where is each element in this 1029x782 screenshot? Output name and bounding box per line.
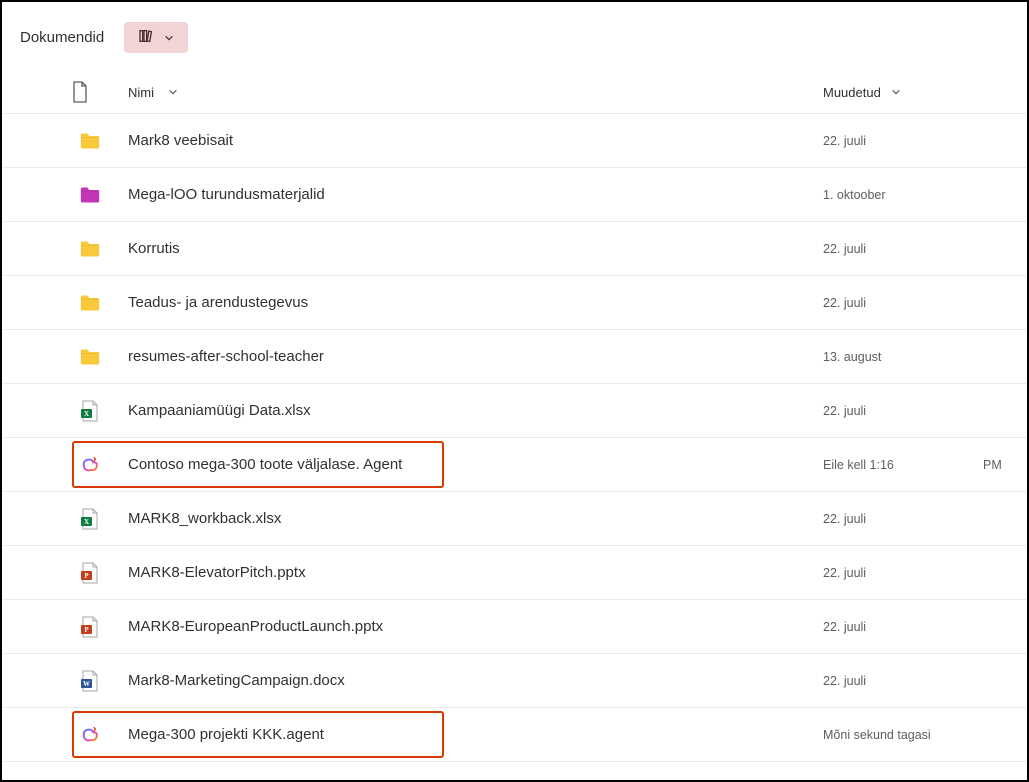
powerpoint-icon: P: [2, 562, 128, 584]
chevron-down-icon: [164, 30, 174, 46]
file-modified: 22. juuli: [823, 512, 983, 526]
copilot-icon: [2, 455, 128, 475]
file-row[interactable]: W Mark8-MarketingCampaign.docx22. juuli: [2, 654, 1027, 708]
folder-magenta-icon: [2, 185, 128, 205]
file-row[interactable]: Korrutis22. juuli: [2, 222, 1027, 276]
column-header-row: Nimi Muudetud: [2, 73, 1027, 114]
file-modified: Mõni sekund tagasi: [823, 728, 983, 742]
file-name[interactable]: MARK8-ElevatorPitch.pptx: [128, 564, 823, 581]
svg-text:P: P: [84, 626, 89, 634]
file-name[interactable]: MARK8-EuropeanProductLaunch.pptx: [128, 618, 823, 635]
folder-yellow-icon: [2, 293, 128, 313]
file-row[interactable]: Mega-300 projekti KKK.agentMõni sekund t…: [2, 708, 1027, 762]
library-icon: [138, 28, 154, 47]
column-header-modified[interactable]: Muudetud: [823, 85, 983, 100]
excel-icon: X: [2, 400, 128, 422]
file-modified: 13. august: [823, 350, 983, 364]
file-modified: Eile kell 1:16: [823, 458, 983, 472]
chevron-down-icon: [168, 85, 178, 100]
svg-text:X: X: [84, 518, 89, 526]
column-modified-label: Muudetud: [823, 85, 881, 100]
folder-yellow-icon: [2, 131, 128, 151]
column-name-label: Nimi: [128, 85, 154, 100]
file-name[interactable]: Korrutis: [128, 240, 823, 257]
svg-text:X: X: [84, 410, 89, 418]
column-header-name[interactable]: Nimi: [128, 85, 823, 100]
file-modified: 22. juuli: [823, 566, 983, 580]
view-dropdown[interactable]: [124, 22, 188, 53]
file-modified: 22. juuli: [823, 674, 983, 688]
page-title: Dokumendid: [20, 29, 104, 46]
file-modified: 22. juuli: [823, 404, 983, 418]
chevron-down-icon: [891, 85, 901, 100]
file-row[interactable]: Mega-lOO turundusmaterjalid1. oktoober: [2, 168, 1027, 222]
file-name[interactable]: MARK8_workback.xlsx: [128, 510, 823, 527]
copilot-icon: [2, 725, 128, 745]
file-modified-suffix: PM: [983, 458, 1027, 472]
file-row[interactable]: P MARK8-EuropeanProductLaunch.pptx22. ju…: [2, 600, 1027, 654]
folder-yellow-icon: [2, 239, 128, 259]
powerpoint-icon: P: [2, 616, 128, 638]
file-list: Mark8 veebisait22. juuli Mega-lOO turund…: [2, 114, 1027, 762]
file-name[interactable]: Mega-300 projekti KKK.agent: [128, 726, 823, 743]
file-row[interactable]: X Kampaaniamüügi Data.xlsx22. juuli: [2, 384, 1027, 438]
file-row[interactable]: Mark8 veebisait22. juuli: [2, 114, 1027, 168]
file-row[interactable]: P MARK8-ElevatorPitch.pptx22. juuli: [2, 546, 1027, 600]
excel-icon: X: [2, 508, 128, 530]
file-name[interactable]: Contoso mega-300 toote väljalase. Agent: [128, 456, 823, 473]
file-modified: 22. juuli: [823, 134, 983, 148]
file-modified: 22. juuli: [823, 296, 983, 310]
column-header-type[interactable]: [2, 81, 128, 103]
file-name[interactable]: Mark8 veebisait: [128, 132, 823, 149]
file-name[interactable]: Mega-lOO turundusmaterjalid: [128, 186, 823, 203]
svg-text:P: P: [84, 572, 89, 580]
file-modified: 1. oktoober: [823, 188, 983, 202]
file-row[interactable]: X MARK8_workback.xlsx22. juuli: [2, 492, 1027, 546]
file-row[interactable]: resumes-after-school-teacher13. august: [2, 330, 1027, 384]
file-name[interactable]: resumes-after-school-teacher: [128, 348, 823, 365]
folder-yellow-icon: [2, 347, 128, 367]
word-icon: W: [2, 670, 128, 692]
page-header: Dokumendid: [2, 2, 1027, 67]
file-modified: 22. juuli: [823, 620, 983, 634]
file-modified: 22. juuli: [823, 242, 983, 256]
svg-text:W: W: [83, 680, 90, 688]
file-name[interactable]: Teadus- ja arendustegevus: [128, 294, 823, 311]
file-row[interactable]: Contoso mega-300 toote väljalase. AgentE…: [2, 438, 1027, 492]
file-name[interactable]: Mark8-MarketingCampaign.docx: [128, 672, 823, 689]
file-name[interactable]: Kampaaniamüügi Data.xlsx: [128, 402, 823, 419]
file-row[interactable]: Teadus- ja arendustegevus22. juuli: [2, 276, 1027, 330]
